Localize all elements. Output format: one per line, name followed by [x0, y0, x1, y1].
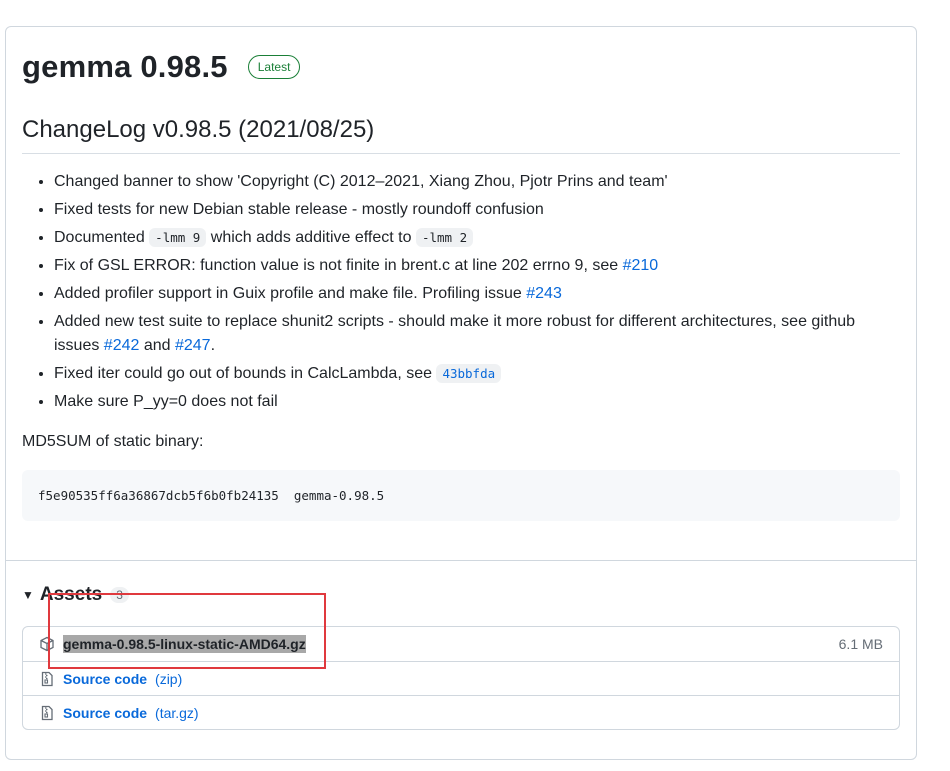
list-item: Make sure P_yy=0 does not fail: [54, 390, 900, 414]
release-title[interactable]: gemma 0.98.5: [22, 49, 228, 85]
assets-list: gemma-0.98.5-linux-static-AMD64.gz 6.1 M…: [22, 626, 900, 730]
list-item: Fixed tests for new Debian stable releas…: [54, 198, 900, 222]
assets-toggle[interactable]: ▼ Assets 3: [22, 580, 900, 610]
asset-download-link[interactable]: gemma-0.98.5-linux-static-AMD64.gz: [63, 635, 306, 653]
assets-section: ▼ Assets 3 gemma-0.98.5-linux-static-AMD…: [6, 560, 916, 730]
md5-label: MD5SUM of static binary:: [22, 433, 204, 450]
source-format-zip[interactable]: (zip): [155, 671, 182, 687]
package-icon: [39, 636, 55, 652]
file-zip-icon: [39, 671, 55, 687]
md5-code-block: f5e90535ff6a36867dcb5f6b0fb24135 gemma-0…: [22, 470, 900, 521]
list-item: Fix of GSL ERROR: function value is not …: [54, 254, 900, 278]
inline-code: -lmm 2: [415, 228, 474, 247]
list-item: Added new test suite to replace shunit2 …: [54, 310, 900, 358]
latest-badge: Latest: [247, 55, 301, 79]
issue-link-210[interactable]: #210: [623, 257, 659, 274]
list-item: Added profiler support in Guix profile a…: [54, 282, 900, 306]
issue-link-247[interactable]: #247: [175, 337, 211, 354]
asset-size: 6.1 MB: [838, 636, 883, 652]
asset-row: gemma-0.98.5-linux-static-AMD64.gz 6.1 M…: [23, 627, 899, 661]
asset-row: Source code (zip): [23, 661, 899, 695]
release-body: gemma 0.98.5 Latest ChangeLog v0.98.5 (2…: [6, 27, 916, 521]
source-code-zip-link[interactable]: Source code: [63, 671, 147, 687]
assets-title: Assets: [39, 584, 103, 605]
commit-link[interactable]: 43bbfda: [436, 364, 502, 383]
issue-link-243[interactable]: #243: [526, 285, 562, 302]
release-header: gemma 0.98.5 Latest: [22, 47, 900, 87]
release-card: gemma 0.98.5 Latest ChangeLog v0.98.5 (2…: [5, 26, 917, 760]
source-code-targz-link[interactable]: Source code: [63, 705, 147, 721]
list-item: Changed banner to show 'Copyright (C) 20…: [54, 170, 900, 194]
inline-code: -lmm 9: [149, 228, 207, 247]
issue-link-242[interactable]: #242: [104, 337, 140, 354]
changelog-heading: ChangeLog v0.98.5 (2021/08/25): [22, 115, 900, 154]
file-zip-icon: [39, 705, 55, 721]
list-item: Fixed iter could go out of bounds in Cal…: [54, 362, 900, 386]
assets-count-badge: 3: [110, 587, 129, 603]
list-item: Documented -lmm 9 which adds additive ef…: [54, 226, 900, 250]
caret-down-icon: ▼: [22, 588, 34, 602]
asset-row: Source code (tar.gz): [23, 695, 899, 729]
changes-list: Changed banner to show 'Copyright (C) 20…: [22, 170, 900, 414]
source-format-targz[interactable]: (tar.gz): [155, 705, 199, 721]
